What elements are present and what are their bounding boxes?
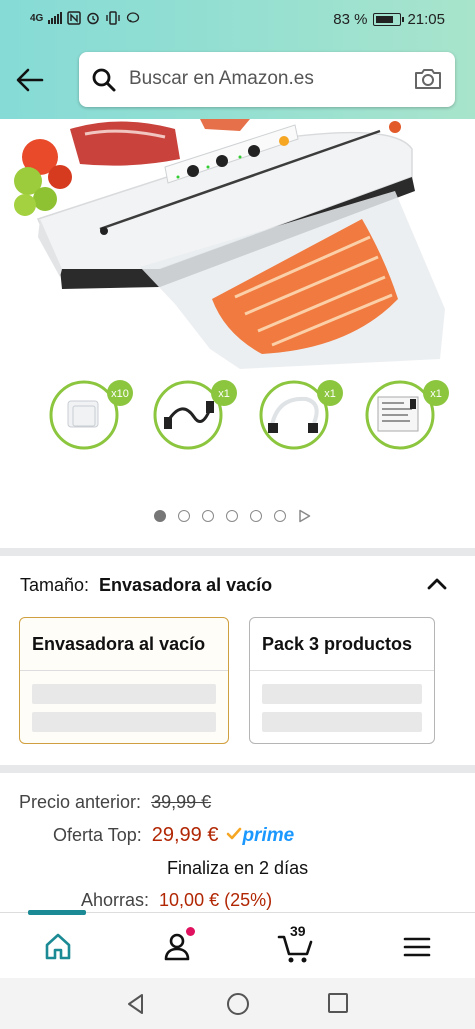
previous-price-label: Precio anterior:	[19, 792, 142, 812]
nav-menu[interactable]	[397, 927, 437, 967]
svg-text:x1: x1	[324, 388, 336, 400]
offer-ends: Finaliza en 2 días	[167, 858, 309, 878]
product-image-carousel[interactable]: x10 x1 x1 x1	[0, 119, 475, 549]
camera-icon[interactable]	[413, 66, 443, 92]
battery-icon	[373, 13, 405, 26]
alarm-icon	[87, 12, 100, 25]
header: 4G 83 % 21:05 Buscar en Amazon.es	[0, 0, 475, 119]
option-label: Pack 3 productos	[262, 634, 413, 654]
badge-x10: x10	[111, 388, 129, 400]
checkmark-icon	[227, 827, 242, 840]
carousel-dot[interactable]	[226, 510, 238, 522]
meat-shape	[70, 121, 180, 166]
accessory-instruction-manual: x1	[365, 380, 449, 450]
size-option-pack-3[interactable]: Pack 3 productos	[249, 617, 435, 744]
option-divider	[250, 670, 434, 671]
carousel-dot[interactable]	[178, 510, 190, 522]
nav-home[interactable]	[38, 927, 78, 967]
savings-value: 10,00 € (25%)	[159, 890, 273, 910]
price-placeholder	[262, 684, 422, 704]
previous-price-row: Precio anterior: 39,99 €	[19, 792, 211, 813]
recents-square-icon[interactable]	[327, 992, 349, 1014]
size-label: Tamaño:	[20, 575, 90, 595]
accessory-vacuum-bags: x10	[49, 380, 133, 450]
chat-icon	[127, 12, 140, 23]
savings-row: Ahorras: 10,00 € (25%)	[81, 890, 272, 911]
status-bar: 4G 83 % 21:05	[0, 0, 475, 40]
svg-text:x1: x1	[218, 388, 230, 400]
offer-label: Oferta Top:	[53, 825, 142, 845]
nav-account[interactable]	[157, 927, 197, 967]
carousel-indicator[interactable]	[154, 509, 311, 523]
option-divider	[20, 670, 228, 671]
carousel-dot[interactable]	[202, 510, 214, 522]
nav-cart[interactable]: 39	[275, 923, 315, 967]
carousel-dot[interactable]	[154, 510, 166, 522]
menu-icon	[403, 937, 431, 957]
size-option-vacuum-sealer[interactable]: Envasadora al vacío	[19, 617, 229, 744]
notification-dot	[186, 927, 195, 936]
nfc-icon	[67, 11, 82, 25]
status-right: 83 % 21:05	[333, 11, 445, 28]
price-placeholder	[32, 684, 216, 704]
signal-icon	[48, 12, 63, 24]
carousel-dot[interactable]	[250, 510, 262, 522]
svg-text:x1: x1	[430, 388, 442, 400]
search-placeholder: Buscar en Amazon.es	[129, 68, 314, 89]
vibrate-icon	[106, 11, 121, 25]
back-button[interactable]	[10, 60, 50, 100]
home-icon	[45, 933, 71, 960]
arrow-left-icon	[16, 68, 44, 92]
accessory-power-cable: x1	[153, 380, 237, 450]
section-divider	[0, 548, 475, 556]
accessory-vacuum-hose: x1	[259, 380, 343, 450]
home-circle-icon[interactable]	[226, 992, 250, 1016]
savings-label: Ahorras:	[81, 890, 150, 910]
battery-percent: 83 %	[333, 11, 368, 28]
size-selected-value: Envasadora al vacío	[99, 575, 273, 595]
search-input[interactable]: Buscar en Amazon.es	[79, 52, 455, 107]
price-placeholder	[262, 712, 422, 732]
offer-price-row: Oferta Top: 29,99 € prime	[53, 824, 294, 847]
carousel-dot[interactable]	[274, 510, 286, 522]
back-triangle-icon[interactable]	[124, 992, 148, 1016]
active-tab-indicator	[28, 910, 86, 915]
status-left: 4G	[30, 11, 140, 25]
cart-count: 39	[290, 923, 306, 939]
offer-price-value: 29,99 €	[151, 824, 219, 846]
search-icon	[92, 68, 116, 92]
play-video-icon[interactable]	[298, 509, 311, 523]
system-navigation-bar	[0, 978, 475, 1029]
bottom-navigation: 39	[0, 910, 475, 978]
network-label: 4G	[30, 12, 44, 24]
chevron-up-icon[interactable]	[425, 572, 449, 596]
size-selector-label: Tamaño: Envasadora al vacío	[20, 575, 272, 596]
prime-badge: prime	[242, 825, 295, 846]
price-placeholder	[32, 712, 216, 732]
section-divider	[0, 765, 475, 773]
option-label: Envasadora al vacío	[32, 634, 206, 654]
previous-price-value: 39,99 €	[151, 792, 212, 812]
amazon-product-page: 4G 83 % 21:05 Buscar en Amazon.es x10 x1…	[0, 0, 475, 1029]
clock: 21:05	[407, 11, 445, 28]
